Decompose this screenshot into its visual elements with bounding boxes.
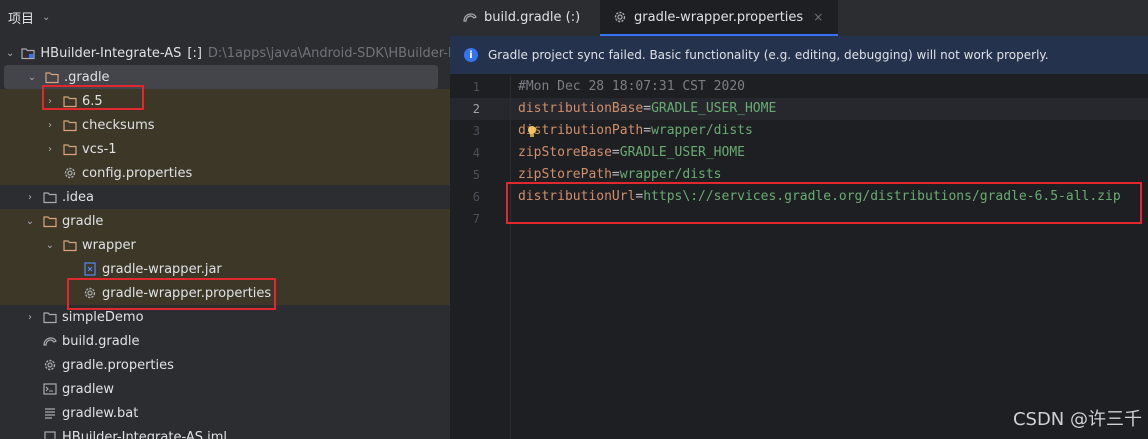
gear-icon <box>42 357 58 373</box>
equals-sign: = <box>611 167 620 182</box>
tree-item-label: HBuilder-Integrate-AS <box>40 45 182 61</box>
tab-gradle-wrapper-properties[interactable]: gradle-wrapper.properties × <box>600 0 838 36</box>
tree-item-idea[interactable]: › .idea <box>0 185 450 209</box>
gear-icon <box>612 9 628 25</box>
line-number: 3 <box>472 124 480 138</box>
info-icon: i <box>464 48 478 62</box>
folder-icon <box>42 189 58 205</box>
line-number: 2 <box>472 102 480 116</box>
folder-icon <box>62 237 78 253</box>
line-number: 5 <box>472 168 480 182</box>
tree-item-gradlew-bat[interactable]: gradlew.bat <box>0 401 450 425</box>
folder-icon <box>44 69 60 85</box>
lightbulb-icon[interactable] <box>526 124 538 143</box>
tree-item-label: build.gradle <box>62 333 140 349</box>
editor-tabs: build.gradle (:) gradle-wrapper.properti… <box>450 0 1148 37</box>
property-value: GRADLE_USER_HOME <box>619 145 745 160</box>
property-value: GRADLE_USER_HOME <box>651 101 777 116</box>
module-folder-icon <box>20 45 36 61</box>
project-panel-header[interactable]: 项目 ⌄ <box>8 6 50 28</box>
gutter-separator <box>510 76 511 439</box>
line-number: 1 <box>472 80 480 94</box>
tree-item-gradlew[interactable]: gradlew <box>0 377 450 401</box>
property-key: distributionBase <box>518 101 644 116</box>
tree-item-label: gradle.properties <box>62 357 174 373</box>
text-file-icon <box>42 405 58 421</box>
equals-sign: = <box>643 101 652 116</box>
tree-item-label: checksums <box>82 117 155 133</box>
tree-item-vcs-1[interactable]: › vcs-1 <box>0 137 450 161</box>
tree-item-label: HBuilder-Integrate-AS.iml <box>62 429 228 439</box>
tree-item-root[interactable]: ⌄ HBuilder-Integrate-AS [:] D:\1apps\jav… <box>0 41 450 65</box>
tree-item-checksums[interactable]: › checksums <box>0 113 450 137</box>
code-line-1[interactable]: #Mon Dec 28 18:07:31 CST 2020 <box>518 76 745 98</box>
property-key: zipStoreBase <box>518 145 612 160</box>
gradle-icon <box>42 333 58 349</box>
tree-item-label: vcs-1 <box>82 141 117 157</box>
tree-item-label: simpleDemo <box>62 309 144 325</box>
chevron-down-icon[interactable]: ⌄ <box>42 12 50 23</box>
code-line-4[interactable]: zipStoreBase=GRADLE_USER_HOME <box>518 142 745 164</box>
chevron-down-icon[interactable]: ⌄ <box>44 240 56 251</box>
terminal-file-icon <box>42 381 58 397</box>
tree-item-label: config.properties <box>82 165 193 181</box>
chevron-down-icon[interactable]: ⌄ <box>24 216 36 227</box>
tab-label: gradle-wrapper.properties <box>634 9 804 25</box>
tree-item-label: .gradle <box>64 69 110 85</box>
folder-icon <box>62 141 78 157</box>
project-title: 项目 <box>8 11 35 27</box>
annotation-box-6-5 <box>42 85 144 110</box>
property-value: wrapper/dists <box>651 123 753 138</box>
jar-file-icon <box>82 261 98 277</box>
tree-item-gradle-properties[interactable]: gradle.properties <box>0 353 450 377</box>
chevron-down-icon[interactable]: ⌄ <box>26 72 38 83</box>
property-value: wrapper/dists <box>619 167 722 182</box>
banner-text: Gradle project sync failed. Basic functi… <box>488 48 1049 62</box>
line-number: 4 <box>472 146 480 160</box>
tree-item-config-properties[interactable]: config.properties <box>0 161 450 185</box>
code-line-2[interactable]: distributionBase=GRADLE_USER_HOME <box>518 98 776 120</box>
tab-build-gradle[interactable]: build.gradle (:) <box>450 0 598 34</box>
tree-item-label: wrapper <box>82 237 136 253</box>
sync-failed-banner: i Gradle project sync failed. Basic func… <box>450 36 1148 74</box>
tree-item-gradle[interactable]: ⌄ gradle <box>0 209 450 233</box>
line-number: 6 <box>472 190 480 204</box>
code-line-3[interactable]: distributionPath=wrapper/dists <box>518 120 753 142</box>
gradle-icon <box>462 9 478 25</box>
tree-item-label: gradlew.bat <box>62 405 139 421</box>
equals-sign: = <box>643 123 652 138</box>
tree-item-label: .idea <box>62 189 94 205</box>
folder-icon <box>42 309 58 325</box>
chevron-right-icon[interactable]: › <box>44 120 56 131</box>
line-number: 7 <box>472 212 480 226</box>
tab-label: build.gradle (:) <box>484 9 581 25</box>
folder-icon <box>42 213 58 229</box>
chevron-right-icon[interactable]: › <box>24 192 36 203</box>
annotation-box-properties <box>67 278 276 310</box>
tree-item-label: gradlew <box>62 381 115 397</box>
close-icon[interactable]: × <box>813 10 823 24</box>
watermark: CSDN @许三千 <box>1012 409 1142 430</box>
module-badge: [:] <box>187 45 202 61</box>
editor-area: build.gradle (:) gradle-wrapper.properti… <box>450 0 1148 439</box>
chevron-right-icon[interactable]: › <box>24 312 36 323</box>
annotation-box-distribution-url <box>506 182 1142 224</box>
module-file-icon <box>42 429 58 439</box>
tree-item-label: gradle-wrapper.jar <box>102 261 222 277</box>
property-key: zipStorePath <box>518 167 612 182</box>
tree-item-wrapper[interactable]: ⌄ wrapper <box>0 233 450 257</box>
tree-item-label: gradle <box>62 213 104 229</box>
chevron-right-icon[interactable]: › <box>44 144 56 155</box>
tree-item-iml[interactable]: HBuilder-Integrate-AS.iml <box>0 425 450 439</box>
tree-item-build-gradle[interactable]: build.gradle <box>0 329 450 353</box>
gear-icon <box>62 165 78 181</box>
chevron-down-icon[interactable]: ⌄ <box>6 48 14 59</box>
folder-icon <box>62 117 78 133</box>
project-panel: 项目 ⌄ ⌄ HBuilder-Integrate-AS [:] D:\1app… <box>0 0 450 439</box>
comment: #Mon Dec 28 18:07:31 CST 2020 <box>518 79 745 94</box>
project-path: D:\1apps\java\Android-SDK\HBuilder-Integ <box>207 45 450 61</box>
equals-sign: = <box>611 145 620 160</box>
